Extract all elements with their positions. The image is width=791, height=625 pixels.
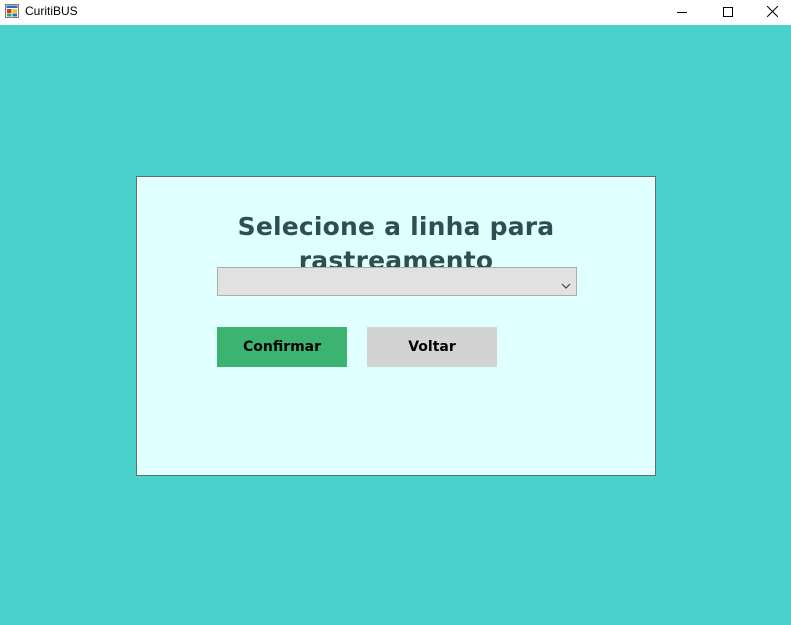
minimize-icon bbox=[677, 4, 687, 22]
close-button[interactable] bbox=[749, 0, 791, 25]
minimize-button[interactable] bbox=[659, 0, 705, 25]
confirm-button[interactable]: Confirmar bbox=[217, 327, 347, 367]
line-selection-panel: Selecione a linha para rastreamento Conf… bbox=[136, 176, 656, 476]
form-client-area: Selecione a linha para rastreamento Conf… bbox=[0, 25, 791, 625]
close-icon bbox=[766, 4, 778, 22]
maximize-icon bbox=[723, 4, 733, 22]
window-title: CuritiBUS bbox=[25, 4, 78, 18]
bus-line-select[interactable] bbox=[217, 267, 577, 296]
chevron-down-icon[interactable] bbox=[561, 277, 571, 289]
title-bar[interactable]: CuritiBUS bbox=[0, 0, 791, 25]
back-button[interactable]: Voltar bbox=[367, 327, 497, 367]
app-window: CuritiBUS Selecione a linha para rastrea… bbox=[0, 0, 791, 625]
maximize-button[interactable] bbox=[705, 0, 751, 25]
app-window-icon bbox=[5, 4, 19, 18]
